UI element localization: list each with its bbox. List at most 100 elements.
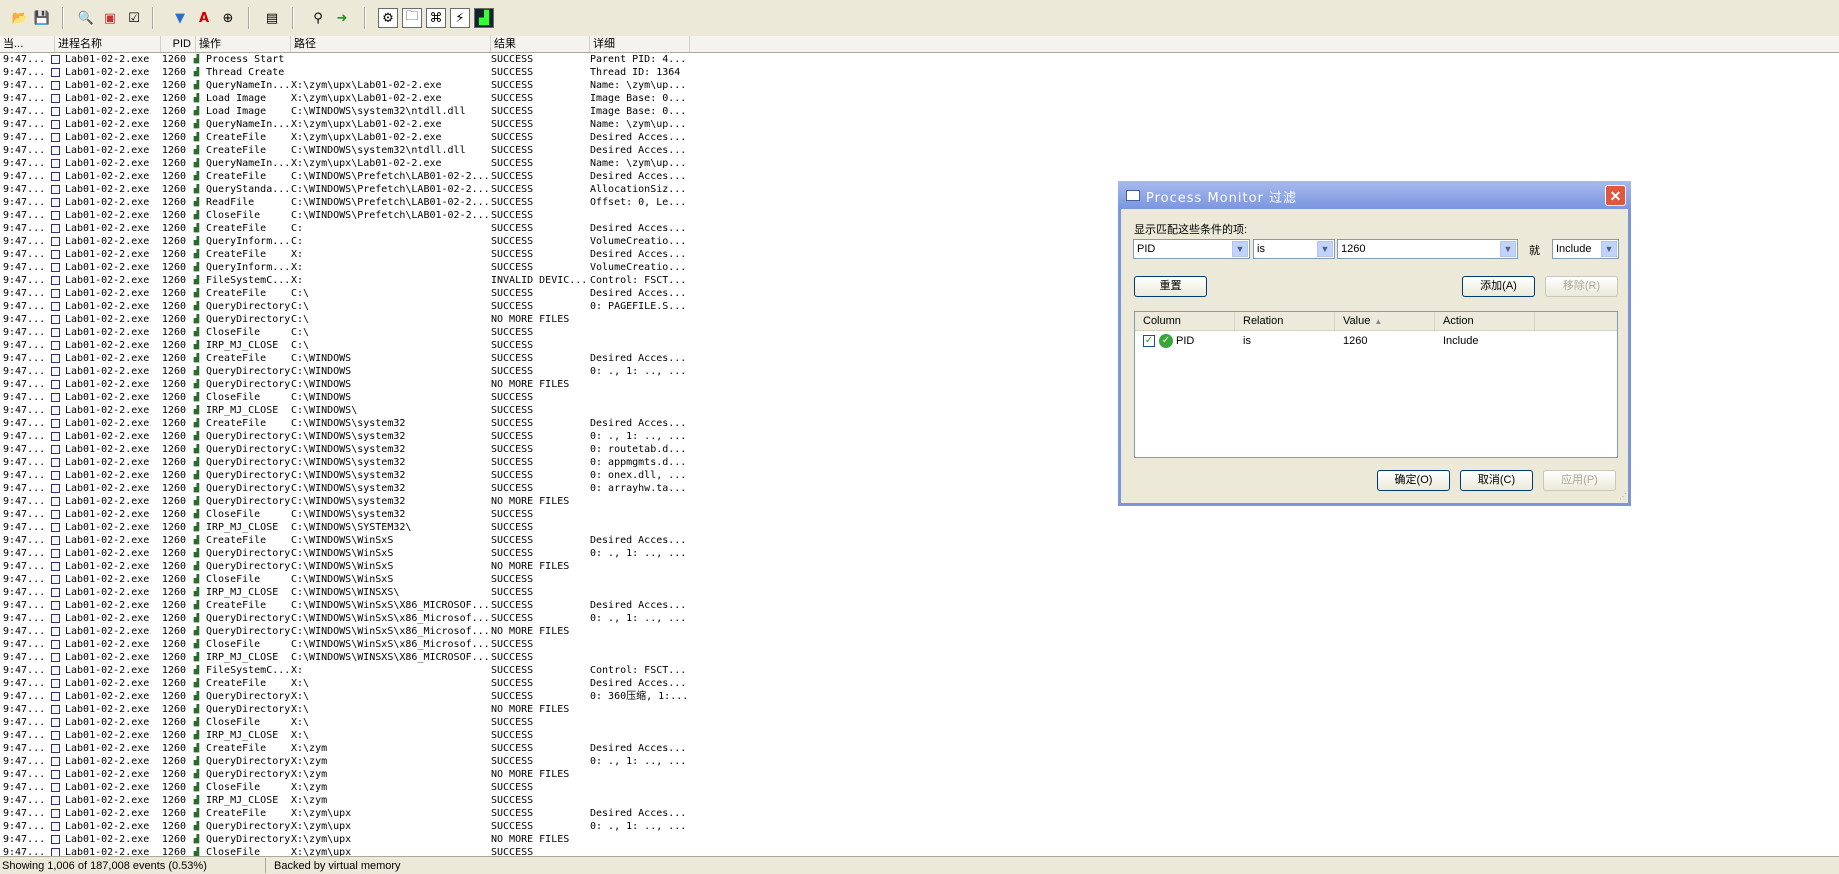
filter-list[interactable]: Column Relation Value ▲ Action ✓ ✓ PID is… <box>1134 311 1618 458</box>
table-row[interactable]: ▟ 9:47... Lab01-02-2.exe 1260 QueryDirectory… <box>0 560 700 573</box>
table-row[interactable]: ▟ 9:47... Lab01-02-2.exe 1260 QueryDirectory… <box>0 378 700 391</box>
table-row[interactable]: ▟ 9:47... Lab01-02-2.exe 1260 CloseFile X:\zy… <box>0 846 700 856</box>
close-button[interactable]: ✕ <box>1605 185 1626 206</box>
table-row[interactable]: ▟ 9:47... Lab01-02-2.exe 1260 QueryDirectory… <box>0 495 700 508</box>
filter-list-row[interactable]: ✓ ✓ PID is 1260 Include <box>1135 333 1617 349</box>
cancel-button[interactable]: 取消(C) <box>1460 470 1533 491</box>
table-row[interactable]: ▟ 9:47... Lab01-02-2.exe 1260 CloseFile C:\WI… <box>0 573 700 586</box>
table-row[interactable]: ▟ 9:47... Lab01-02-2.exe 1260 QueryNameIn...… <box>0 157 700 170</box>
chevron-down-icon[interactable]: ▼ <box>1317 241 1333 257</box>
table-row[interactable]: ▟ 9:47... Lab01-02-2.exe 1260 QueryDirectory… <box>0 612 700 625</box>
action-select[interactable]: Include ▼ <box>1552 239 1619 259</box>
table-row[interactable]: ▟ 9:47... Lab01-02-2.exe 1260 IRP_MJ_CLOSE C:… <box>0 339 700 352</box>
table-row[interactable]: ▟ 9:47... Lab01-02-2.exe 1260 CreateFile X: SU… <box>0 248 700 261</box>
dialog-title-bar[interactable]: Process Monitor 过滤 ✕ <box>1118 181 1631 209</box>
table-row[interactable]: ▟ 9:47... Lab01-02-2.exe 1260 IRP_MJ_CLOSE C:… <box>0 521 700 534</box>
autoscroll-icon[interactable]: ▣ <box>100 8 120 28</box>
chevron-down-icon[interactable]: ▼ <box>1601 241 1617 257</box>
table-row[interactable]: ▟ 9:47... Lab01-02-2.exe 1260 CreateFile C:\W… <box>0 170 700 183</box>
list-col-column[interactable]: Column <box>1135 312 1235 330</box>
table-row[interactable]: ▟ 9:47... Lab01-02-2.exe 1260 CreateFile C:\W… <box>0 352 700 365</box>
table-row[interactable]: ▟ 9:47... Lab01-02-2.exe 1260 Load Image C:\W… <box>0 105 700 118</box>
table-row[interactable]: ▟ 9:47... Lab01-02-2.exe 1260 CloseFile C:\WI… <box>0 508 700 521</box>
target-icon[interactable]: ⊕ <box>218 8 238 28</box>
table-row[interactable]: ▟ 9:47... Lab01-02-2.exe 1260 QueryDirectory… <box>0 482 700 495</box>
table-row[interactable]: ▟ 9:47... Lab01-02-2.exe 1260 FileSystemC...… <box>0 664 700 677</box>
col-time-header[interactable]: 当... <box>0 36 55 52</box>
table-row[interactable]: ▟ 9:47... Lab01-02-2.exe 1260 CreateFile C:\W… <box>0 144 700 157</box>
reset-button[interactable]: 重置 <box>1134 276 1207 297</box>
table-row[interactable]: ▟ 9:47... Lab01-02-2.exe 1260 CloseFile C:\WI… <box>0 209 700 222</box>
table-row[interactable]: ▟ 9:47... Lab01-02-2.exe 1260 CreateFile C:\W… <box>0 599 700 612</box>
table-row[interactable]: ▟ 9:47... Lab01-02-2.exe 1260 QueryDirectory… <box>0 547 700 560</box>
table-row[interactable]: ▟ 9:47... Lab01-02-2.exe 1260 QueryDirectory… <box>0 833 700 846</box>
table-row[interactable]: ▟ 9:47... Lab01-02-2.exe 1260 Thread Create S… <box>0 66 700 79</box>
col-operation-header[interactable]: 操作 <box>196 36 291 52</box>
jump-to-icon[interactable]: ➜ <box>332 8 352 28</box>
table-row[interactable]: ▟ 9:47... Lab01-02-2.exe 1260 QueryDirectory… <box>0 456 700 469</box>
list-col-value[interactable]: Value ▲ <box>1335 312 1435 330</box>
table-row[interactable]: ▟ 9:47... Lab01-02-2.exe 1260 CloseFile C:\ SU… <box>0 326 700 339</box>
table-row[interactable]: ▟ 9:47... Lab01-02-2.exe 1260 IRP_MJ_CLOSE X:… <box>0 794 700 807</box>
open-icon[interactable]: 📂 <box>10 8 30 28</box>
ok-button[interactable]: 确定(O) <box>1377 470 1450 491</box>
filesystem-icon[interactable]: 🗀 <box>402 8 422 28</box>
table-row[interactable]: ▟ 9:47... Lab01-02-2.exe 1260 CloseFile C:\WI… <box>0 638 700 651</box>
table-row[interactable]: ▟ 9:47... Lab01-02-2.exe 1260 QueryDirectory… <box>0 820 700 833</box>
table-row[interactable]: ▟ 9:47... Lab01-02-2.exe 1260 IRP_MJ_CLOSE X:… <box>0 729 700 742</box>
list-col-action[interactable]: Action <box>1435 312 1535 330</box>
add-button[interactable]: 添加(A) <box>1462 276 1535 297</box>
apply-button[interactable]: 应用(P) <box>1543 470 1616 491</box>
col-path-header[interactable]: 路径 <box>291 36 491 52</box>
registry-icon[interactable]: ⚙ <box>378 8 398 28</box>
table-row[interactable]: ▟ 9:47... Lab01-02-2.exe 1260 CloseFile C:\WI… <box>0 391 700 404</box>
table-row[interactable]: ▟ 9:47... Lab01-02-2.exe 1260 QueryDirectory… <box>0 430 700 443</box>
save-icon[interactable]: 💾 <box>32 8 52 28</box>
table-row[interactable]: ▟ 9:47... Lab01-02-2.exe 1260 QueryDirectory… <box>0 625 700 638</box>
col-process-header[interactable]: 进程名称 <box>55 36 161 52</box>
table-row[interactable]: ▟ 9:47... Lab01-02-2.exe 1260 CreateFile C:\W… <box>0 417 700 430</box>
table-row[interactable]: ▟ 9:47... Lab01-02-2.exe 1260 QueryDirectory… <box>0 690 700 703</box>
jump-icon[interactable]: ▤ <box>262 8 282 28</box>
table-row[interactable]: ▟ 9:47... Lab01-02-2.exe 1260 QueryInform...… <box>0 235 700 248</box>
table-row[interactable]: ▟ 9:47... Lab01-02-2.exe 1260 ReadFile C:\WIN… <box>0 196 700 209</box>
column-select[interactable]: PID ▼ <box>1133 239 1250 259</box>
clear-icon[interactable]: ☑ <box>124 8 144 28</box>
table-row[interactable]: ▟ 9:47... Lab01-02-2.exe 1260 QueryNameIn...… <box>0 79 700 92</box>
table-row[interactable]: ▟ 9:47... Lab01-02-2.exe 1260 FileSystemC...… <box>0 274 700 287</box>
table-row[interactable]: ▟ 9:47... Lab01-02-2.exe 1260 QueryDirectory… <box>0 768 700 781</box>
table-row[interactable]: ▟ 9:47... Lab01-02-2.exe 1260 QueryDirectory… <box>0 703 700 716</box>
magnify-icon[interactable]: 🔍 <box>76 8 96 28</box>
table-row[interactable]: ▟ 9:47... Lab01-02-2.exe 1260 CreateFile C: SU… <box>0 222 700 235</box>
list-col-relation[interactable]: Relation <box>1235 312 1335 330</box>
table-row[interactable]: ▟ 9:47... Lab01-02-2.exe 1260 QueryDirectory… <box>0 469 700 482</box>
col-result-header[interactable]: 结果 <box>491 36 590 52</box>
table-row[interactable]: ▟ 9:47... Lab01-02-2.exe 1260 CloseFile X:\zy… <box>0 781 700 794</box>
find-icon[interactable]: ⚲ <box>308 8 328 28</box>
table-row[interactable]: ▟ 9:47... Lab01-02-2.exe 1260 QueryDirectory… <box>0 755 700 768</box>
chevron-down-icon[interactable]: ▼ <box>1500 241 1516 257</box>
resize-grip[interactable]: ⋰ <box>1617 492 1627 502</box>
table-row[interactable]: ▟ 9:47... Lab01-02-2.exe 1260 CreateFile C:\W… <box>0 534 700 547</box>
table-row[interactable]: ▟ 9:47... Lab01-02-2.exe 1260 IRP_MJ_CLOSE C:… <box>0 651 700 664</box>
table-row[interactable]: ▟ 9:47... Lab01-02-2.exe 1260 Load Image X:\z… <box>0 92 700 105</box>
table-row[interactable]: ▟ 9:47... Lab01-02-2.exe 1260 CloseFile X:\ SU… <box>0 716 700 729</box>
profiling-icon[interactable]: ▟ <box>474 8 494 28</box>
filter-icon[interactable]: ▼ <box>170 8 190 28</box>
process-icon[interactable]: ⚡ <box>450 8 470 28</box>
table-row[interactable]: ▟ 9:47... Lab01-02-2.exe 1260 CreateFile X:\z… <box>0 807 700 820</box>
filter-enabled-checkbox[interactable]: ✓ <box>1143 335 1155 347</box>
table-row[interactable]: ▟ 9:47... Lab01-02-2.exe 1260 CreateFile X:\ S… <box>0 677 700 690</box>
table-row[interactable]: ▟ 9:47... Lab01-02-2.exe 1260 QueryNameIn...… <box>0 118 700 131</box>
table-row[interactable]: ▟ 9:47... Lab01-02-2.exe 1260 QueryDirectory… <box>0 313 700 326</box>
table-row[interactable]: ▟ 9:47... Lab01-02-2.exe 1260 CreateFile C:\ S… <box>0 287 700 300</box>
table-row[interactable]: ▟ 9:47... Lab01-02-2.exe 1260 QueryStanda...… <box>0 183 700 196</box>
value-combo[interactable]: 1260 ▼ <box>1337 239 1518 259</box>
remove-button[interactable]: 移除(R) <box>1545 276 1618 297</box>
network-icon[interactable]: ⌘ <box>426 8 446 28</box>
table-row[interactable]: ▟ 9:47... Lab01-02-2.exe 1260 CreateFile X:\z… <box>0 131 700 144</box>
table-row[interactable]: ▟ 9:47... Lab01-02-2.exe 1260 QueryInform...… <box>0 261 700 274</box>
relation-select[interactable]: is ▼ <box>1253 239 1335 259</box>
col-pid-header[interactable]: PID <box>161 36 196 52</box>
table-row[interactable]: ▟ 9:47... Lab01-02-2.exe 1260 IRP_MJ_CLOSE C:… <box>0 586 700 599</box>
